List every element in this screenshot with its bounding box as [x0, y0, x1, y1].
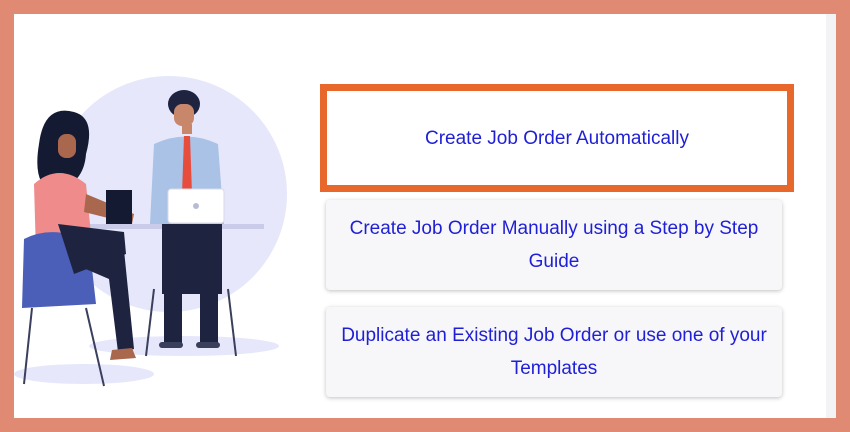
illustration-floor-shadow-left [14, 364, 154, 384]
create-job-order-manually-label: Create Job Order Manually using a Step b… [349, 218, 759, 272]
dialog-frame: Create Job Order Automatically Create Jo… [14, 14, 836, 418]
interview-illustration [14, 76, 287, 387]
woman-laptop [106, 190, 132, 224]
create-job-order-manually-button[interactable]: Create Job Order Manually using a Step b… [326, 200, 782, 290]
duplicate-job-order-button[interactable]: Duplicate an Existing Job Order or use o… [326, 307, 782, 397]
create-job-order-automatically-label: Create Job Order Automatically [424, 127, 689, 149]
create-job-order-automatically-button[interactable]: Create Job Order Automatically [320, 84, 794, 192]
duplicate-job-order-label: Duplicate an Existing Job Order or use o… [341, 325, 767, 379]
frame-right-edge [826, 14, 836, 418]
